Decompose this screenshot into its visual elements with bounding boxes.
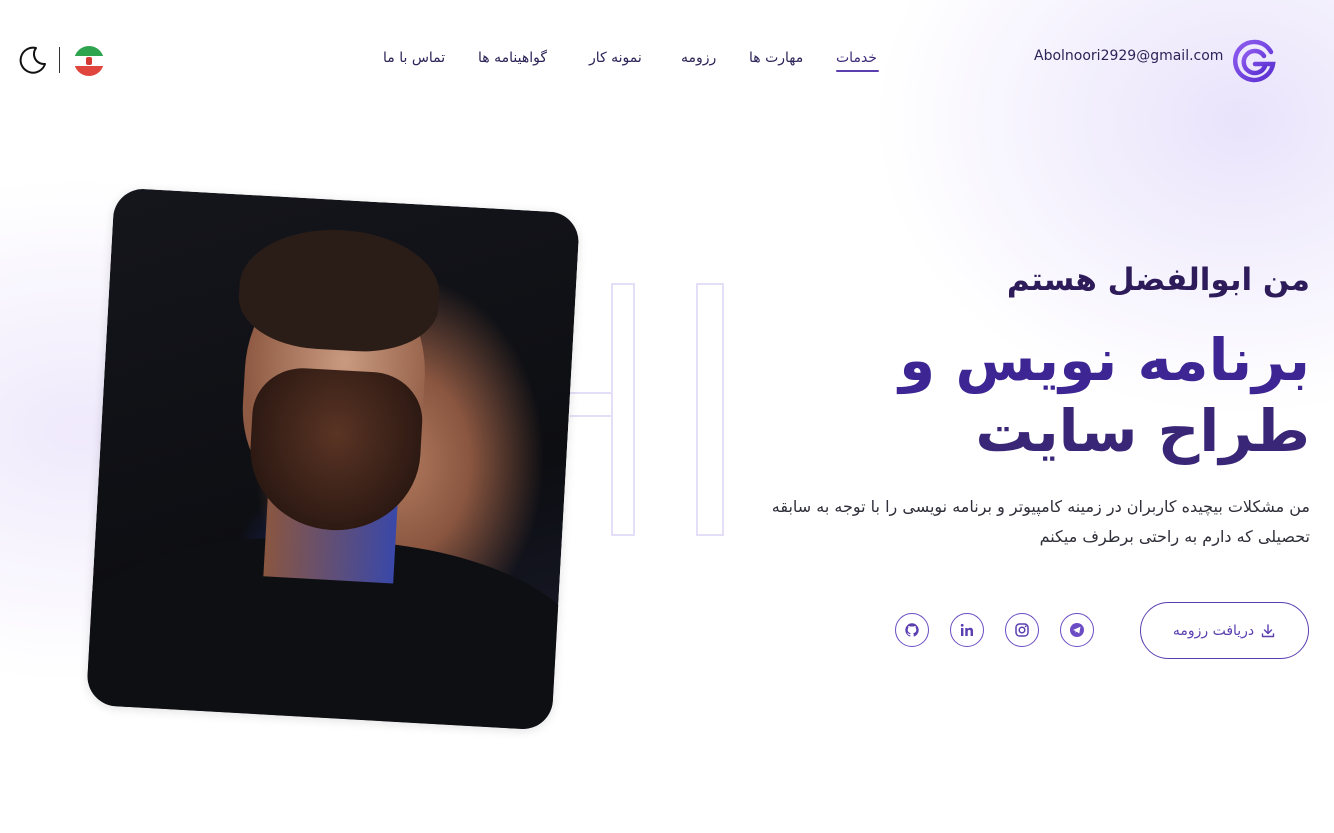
hero-role-line2: طراح سایت	[975, 397, 1310, 465]
hero-role-line1: برنامه نویس و	[899, 326, 1310, 394]
hero-intro: من ابوالفضل هستم	[1006, 262, 1310, 298]
nav-item-services[interactable]: خدمات	[836, 50, 877, 66]
nav-item-resume[interactable]: رزومه	[681, 50, 716, 66]
download-cv-label: دریافت رزومه	[1172, 622, 1255, 639]
email-link[interactable]: Abolnoori2929@gmail.com	[1034, 48, 1223, 64]
nav-item-contact[interactable]: تماس با ما	[383, 50, 445, 66]
nav-item-skills[interactable]: مهارت ها	[749, 50, 803, 66]
github-icon[interactable]	[895, 613, 929, 647]
linkedin-icon[interactable]	[950, 613, 984, 647]
instagram-icon[interactable]	[1005, 613, 1039, 647]
hero-description: من مشکلات بیچیده کاربران در زمینه کامپیو…	[771, 497, 1310, 546]
active-nav-indicator	[836, 70, 879, 72]
download-cv-button[interactable]: دریافت رزومه	[1140, 602, 1309, 659]
moon-icon[interactable]	[16, 44, 48, 76]
logo-icon[interactable]	[1232, 38, 1278, 84]
nav-item-certificates[interactable]: گواهینامه ها	[478, 50, 547, 66]
background-hi-text	[570, 283, 724, 536]
nav-item-portfolio[interactable]: نمونه کار	[589, 50, 642, 66]
profile-photo	[85, 187, 581, 731]
download-icon	[1261, 623, 1275, 637]
iran-flag-icon[interactable]	[74, 46, 104, 76]
header-divider	[59, 47, 60, 73]
telegram-icon[interactable]	[1060, 613, 1094, 647]
